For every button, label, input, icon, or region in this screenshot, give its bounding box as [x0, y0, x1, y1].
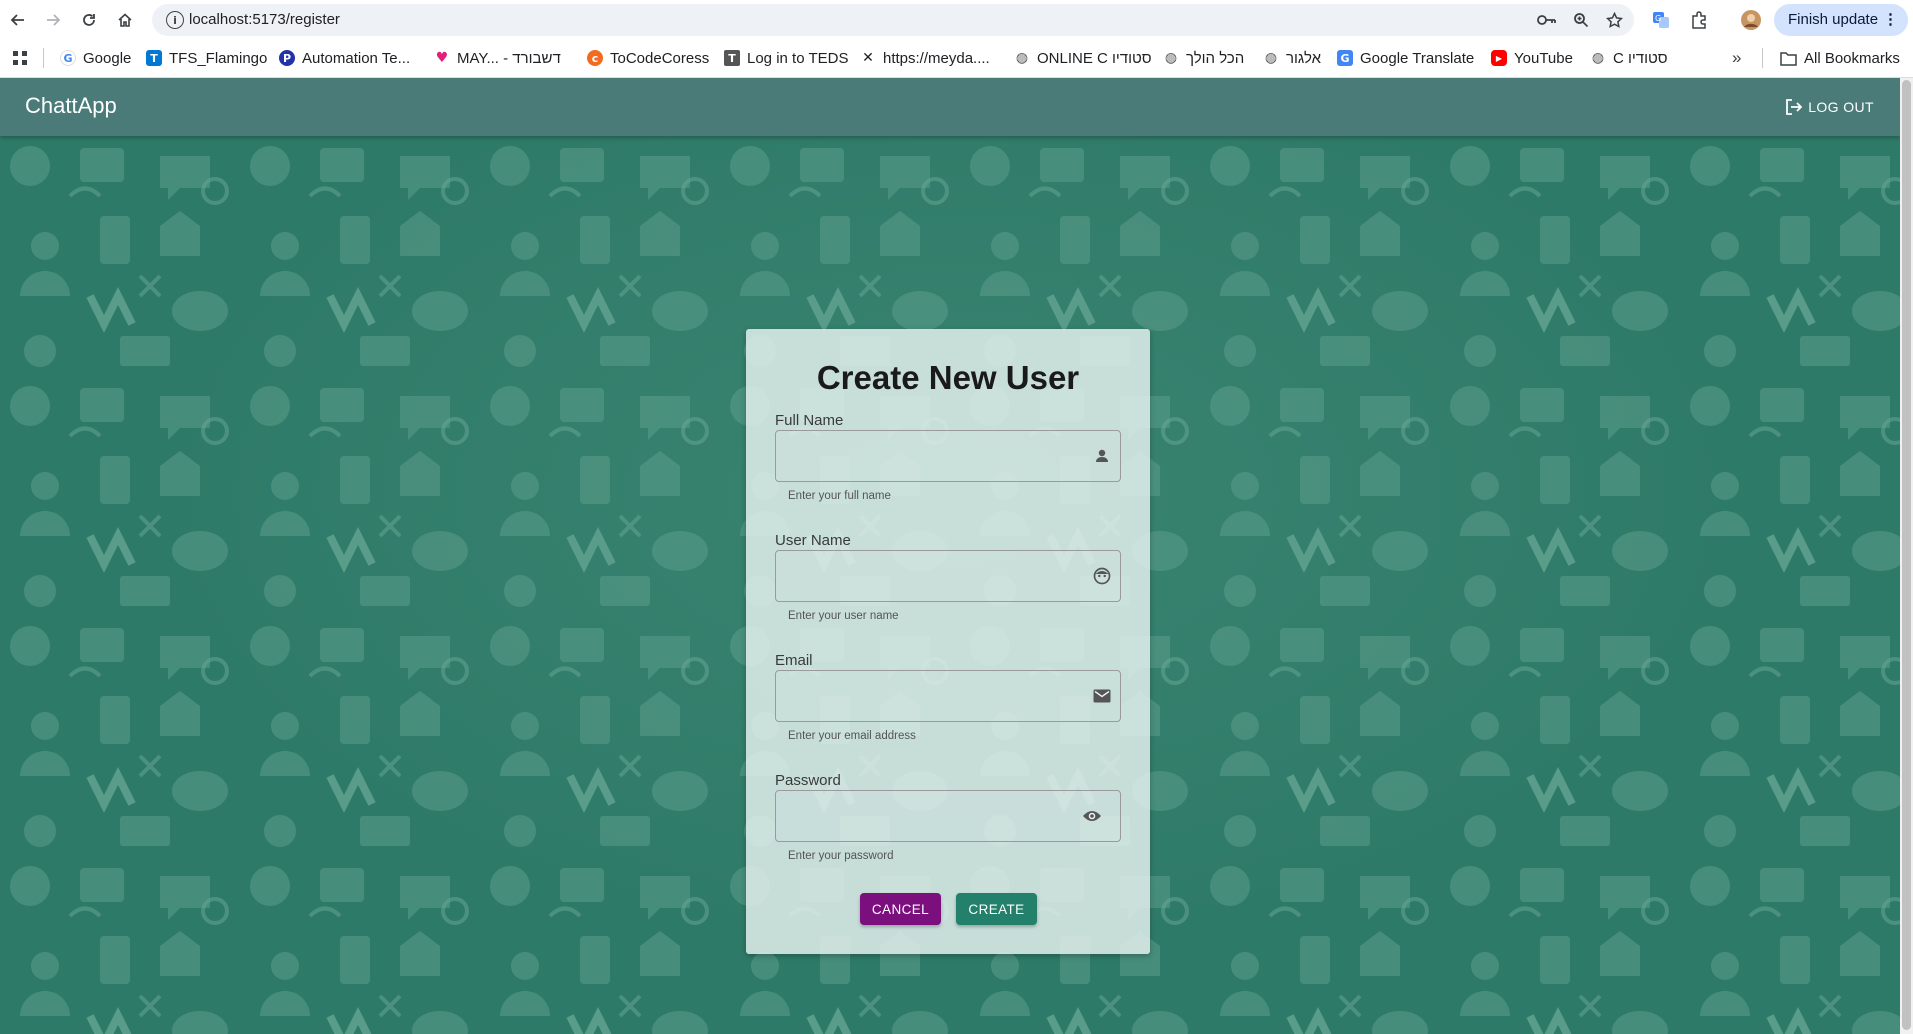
- browser-chrome: i localhost:5173/register G Finish updat…: [0, 0, 1913, 78]
- globe-icon: ◍: [1264, 50, 1278, 66]
- bookmark-star-icon[interactable]: [1603, 9, 1625, 31]
- browser-toolbar: i localhost:5173/register G Finish updat…: [0, 0, 1913, 40]
- zoom-icon[interactable]: [1570, 9, 1592, 31]
- home-icon[interactable]: [113, 8, 137, 32]
- bookmark-label: הכל הולך: [1186, 49, 1245, 67]
- extensions-icon[interactable]: [1687, 8, 1711, 32]
- bookmark-algor[interactable]: ◍ אלגור: [1263, 47, 1321, 69]
- bookmark-label: אלגור: [1286, 49, 1322, 67]
- globe-icon: ◍: [1591, 50, 1605, 66]
- automation-icon: P: [279, 50, 295, 66]
- password-key-icon[interactable]: [1536, 9, 1558, 31]
- logout-icon: [1786, 99, 1803, 115]
- youtube-icon: ▶: [1491, 50, 1507, 66]
- teds-icon: T: [724, 50, 740, 66]
- bookmark-label: TFS_Flamingo: [169, 49, 268, 67]
- bookmark-label: C סטודיו: [1613, 49, 1668, 67]
- url-text: localhost:5173/register: [189, 11, 340, 28]
- all-bookmarks-button[interactable]: All Bookmarks: [1780, 47, 1900, 69]
- tocode-icon: c: [587, 50, 603, 66]
- user-name-input[interactable]: [788, 551, 1068, 601]
- bookmark-meyda[interactable]: ✕ https://meyda....: [860, 47, 990, 69]
- site-info-icon[interactable]: i: [166, 11, 184, 29]
- eye-icon[interactable]: [1081, 805, 1103, 827]
- bookmark-teds[interactable]: T Log in to TEDS: [724, 47, 848, 69]
- bookmarks-bar: G Google T TFS_Flamingo P Automation Te.…: [0, 40, 1913, 76]
- bookmark-hakol-holech[interactable]: ◍ הכל הולך: [1163, 47, 1244, 69]
- password-input[interactable]: [788, 791, 1068, 841]
- meyda-icon: ✕: [862, 50, 874, 66]
- bookmark-online-c[interactable]: ◍ ONLINE C סטודיו: [1014, 47, 1152, 69]
- bookmark-label: Google Translate: [1360, 49, 1475, 67]
- register-card: Create New User Full Name Enter your ful…: [746, 329, 1150, 954]
- finish-update-button[interactable]: Finish update ⋮: [1774, 4, 1908, 36]
- bookmark-google-translate[interactable]: G Google Translate: [1337, 47, 1474, 69]
- heart-icon: ♥: [435, 50, 449, 66]
- tfs-icon: T: [146, 50, 162, 66]
- face-icon: [1091, 565, 1113, 587]
- mail-icon: [1091, 685, 1113, 707]
- bookmark-automation[interactable]: P Automation Te...: [279, 47, 410, 69]
- cancel-button[interactable]: CANCEL: [860, 893, 941, 925]
- logout-label: LOG OUT: [1808, 99, 1874, 115]
- finish-update-label: Finish update: [1788, 11, 1879, 28]
- full-name-input[interactable]: [788, 431, 1068, 481]
- globe-icon: ◍: [1164, 50, 1178, 66]
- bookmark-google[interactable]: G Google: [60, 47, 131, 69]
- folder-icon: [1780, 51, 1797, 66]
- bookmark-tocodecoress[interactable]: c ToCodeCoress: [587, 47, 709, 69]
- all-bookmarks-label: All Bookmarks: [1804, 49, 1900, 67]
- profile-avatar[interactable]: [1739, 8, 1763, 32]
- bookmark-tfs-flamingo[interactable]: T TFS_Flamingo: [146, 47, 267, 69]
- translate-icon: G: [1337, 50, 1353, 66]
- translate-extension-icon[interactable]: G: [1649, 8, 1673, 32]
- page-scrollbar[interactable]: [1900, 78, 1913, 1034]
- bookmark-may-dashboard[interactable]: ♥ MAY... - דשבורד: [434, 47, 561, 69]
- email-input[interactable]: [788, 671, 1068, 721]
- form-title: Create New User: [816, 359, 1080, 396]
- bookmark-label: https://meyda....: [883, 49, 990, 67]
- bookmark-label: YouTube: [1514, 49, 1573, 67]
- person-icon: [1091, 445, 1113, 467]
- full-name-helper: Enter your full name: [788, 490, 891, 502]
- bookmark-youtube[interactable]: ▶ YouTube: [1491, 47, 1573, 69]
- more-menu-icon[interactable]: ⋮: [1883, 4, 1898, 36]
- reload-icon[interactable]: [77, 8, 101, 32]
- bookmark-label: ToCodeCoress: [610, 49, 710, 67]
- app-title: ChattApp: [25, 93, 117, 118]
- doodle-background: Create New User Full Name Enter your ful…: [0, 136, 1900, 1034]
- forward-icon[interactable]: [41, 8, 65, 32]
- email-field[interactable]: [775, 670, 1121, 722]
- scrollbar-thumb[interactable]: [1902, 80, 1911, 1030]
- bookmark-c-studio[interactable]: ◍ C סטודיו: [1590, 47, 1668, 69]
- password-label: Password: [775, 772, 841, 789]
- logout-button[interactable]: LOG OUT: [1784, 94, 1874, 120]
- globe-icon: ◍: [1015, 50, 1029, 66]
- full-name-field[interactable]: [775, 430, 1121, 482]
- email-label: Email: [775, 652, 813, 669]
- user-name-helper: Enter your user name: [788, 610, 899, 622]
- bookmark-label: MAY... - דשבורד: [457, 49, 561, 67]
- back-icon[interactable]: [6, 8, 30, 32]
- app-viewport: ChattApp LOG OUT Create New User Full Na…: [0, 78, 1900, 1034]
- user-name-label: User Name: [775, 532, 851, 549]
- bookmarks-overflow-icon[interactable]: »: [1732, 47, 1741, 69]
- full-name-label: Full Name: [775, 412, 844, 429]
- password-helper: Enter your password: [788, 850, 894, 862]
- google-icon: G: [60, 50, 76, 66]
- bookmark-label: ONLINE C סטודיו: [1037, 49, 1152, 67]
- address-bar[interactable]: i localhost:5173/register: [152, 4, 1634, 36]
- bookmarks-divider: [1762, 48, 1763, 68]
- apps-grid-icon[interactable]: [12, 47, 28, 69]
- bookmark-label: Google: [83, 49, 132, 67]
- svg-text:G: G: [1655, 14, 1661, 23]
- password-field[interactable]: [775, 790, 1121, 842]
- app-bar: ChattApp LOG OUT: [0, 78, 1900, 136]
- user-name-field[interactable]: [775, 550, 1121, 602]
- bookmark-label: Automation Te...: [302, 49, 411, 67]
- email-helper: Enter your email address: [788, 730, 916, 742]
- bookmark-label: Log in to TEDS: [747, 49, 849, 67]
- create-button[interactable]: CREATE: [956, 893, 1037, 925]
